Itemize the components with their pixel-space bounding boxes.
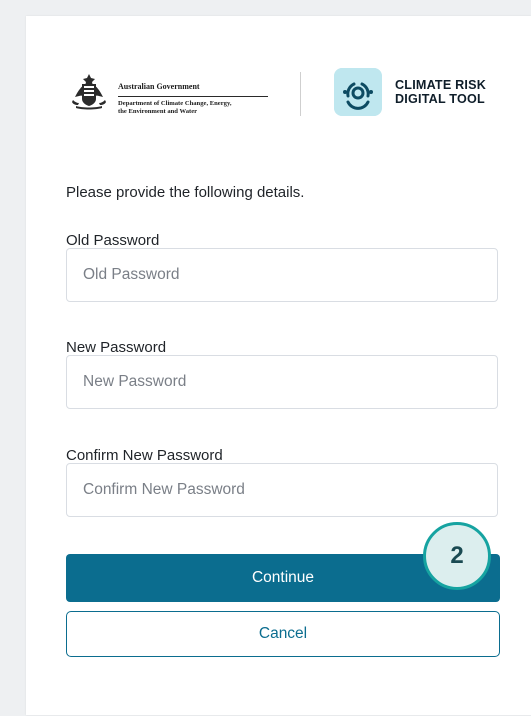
product-wordmark: CLIMATE RISK DIGITAL TOOL bbox=[395, 78, 505, 106]
form-intro-text: Please provide the following details. bbox=[66, 184, 305, 201]
logo-divider bbox=[300, 72, 301, 116]
product-name-line2: DIGITAL TOOL bbox=[395, 92, 485, 106]
password-change-card: Australian Government Department of Clim… bbox=[26, 16, 531, 715]
new-password-label: New Password bbox=[66, 339, 167, 356]
confirm-password-label: Confirm New Password bbox=[66, 447, 223, 464]
climate-risk-digital-tool-icon bbox=[334, 68, 382, 116]
product-name-line1: CLIMATE RISK bbox=[395, 78, 487, 92]
header-logos: Australian Government Department of Clim… bbox=[66, 68, 486, 128]
government-wordmark: Australian Government Department of Clim… bbox=[118, 82, 268, 116]
new-password-input[interactable] bbox=[66, 355, 498, 409]
department-name-line1: Department of Climate Change, Energy, bbox=[118, 100, 232, 107]
old-password-input[interactable] bbox=[66, 248, 498, 302]
cancel-button[interactable]: Cancel bbox=[66, 611, 500, 657]
old-password-label: Old Password bbox=[66, 232, 160, 249]
coat-of-arms-icon bbox=[72, 74, 106, 110]
government-title: Australian Government bbox=[118, 82, 268, 97]
confirm-password-input[interactable] bbox=[66, 463, 498, 517]
department-name-line2: the Environment and Water bbox=[118, 108, 198, 115]
step-number-badge: 2 bbox=[423, 522, 491, 590]
australian-government-logo: Australian Government Department of Clim… bbox=[66, 68, 276, 128]
